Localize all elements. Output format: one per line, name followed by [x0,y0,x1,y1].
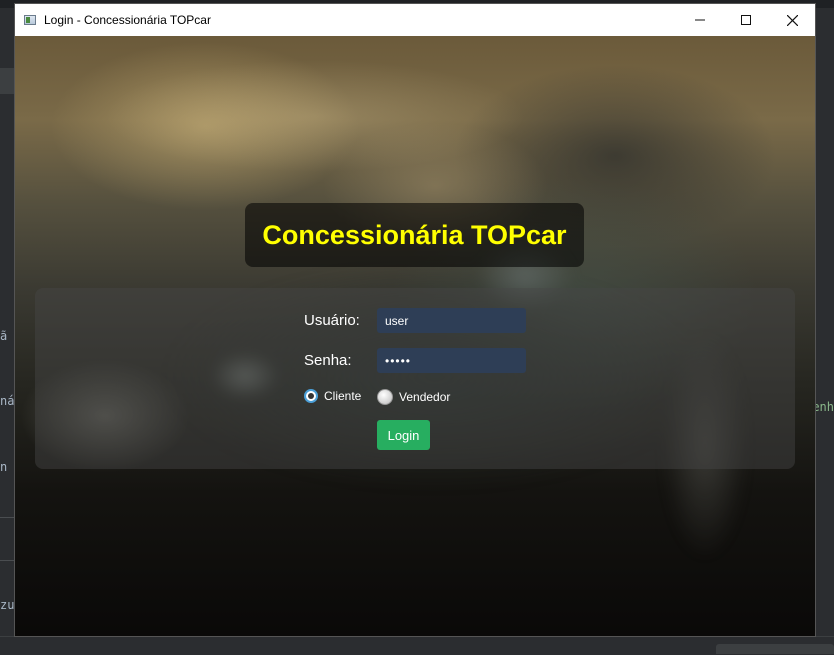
java-app-icon [24,15,36,25]
radio-vendedor-label[interactable]: Vendedor [399,390,450,404]
maximize-icon [741,15,751,25]
password-input[interactable] [377,348,526,373]
ide-code-fragment: enh [812,400,834,414]
ide-code-fragment: zu [0,598,15,612]
password-label: Senha: [304,352,352,369]
minimize-button[interactable] [677,4,723,36]
user-label: Usuário: [304,312,360,329]
close-button[interactable] [769,4,815,36]
close-icon [786,14,798,26]
header-panel: Concessionária TOPcar [245,203,584,267]
user-input[interactable] [377,308,526,333]
minimize-icon [695,19,705,21]
maximize-button[interactable] [723,4,769,36]
login-content: Concessionária TOPcar Usuário: Senha: Cl… [15,36,815,636]
radio-cliente-label[interactable]: Cliente [324,389,361,403]
ide-code-fragment: ã [0,329,8,343]
ide-code-fragment: n [0,460,8,474]
page-title: Concessionária TOPcar [262,219,567,250]
radio-cliente-indicator[interactable] [304,389,318,403]
radio-vendedor[interactable]: Vendedor [377,389,450,405]
ide-divider [0,517,14,518]
login-form-panel: Usuário: Senha: Cliente Vendedor Login [35,288,795,469]
login-button[interactable]: Login [377,420,430,450]
ide-code-fragment: ná [0,394,15,408]
window-controls [677,4,815,36]
title-bar[interactable]: Login - Concessionária TOPcar [15,4,815,36]
ide-side-panel [0,68,14,94]
ide-divider [0,560,14,561]
window-title: Login - Concessionária TOPcar [44,13,211,27]
radio-vendedor-indicator[interactable] [377,389,393,405]
login-window: Login - Concessionária TOPcar Concession… [15,4,815,636]
radio-cliente[interactable]: Cliente [304,389,361,403]
ide-bottom-button[interactable] [716,644,834,654]
ide-status-bar [0,636,834,655]
